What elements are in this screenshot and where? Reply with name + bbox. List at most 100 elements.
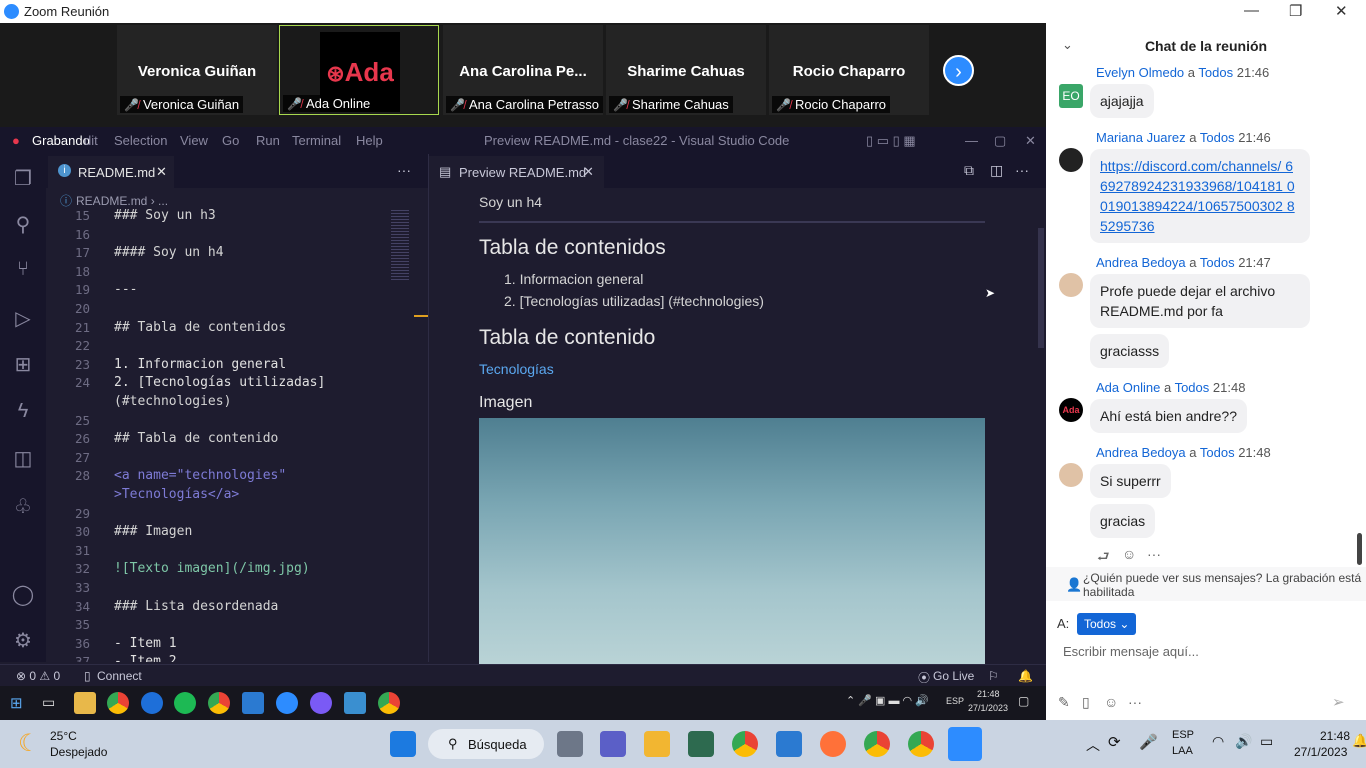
- participant-tile[interactable]: Rocio Chaparro 🎤̸ Rocio Chaparro: [769, 25, 929, 115]
- code-line[interactable]: <a name="technologies": [114, 468, 286, 483]
- menu-item[interactable]: dit: [84, 133, 98, 148]
- taskbar-search[interactable]: ⚲ Búsqueda: [428, 729, 544, 759]
- menu-item[interactable]: Go: [222, 133, 239, 148]
- code-line[interactable]: - Item 1: [114, 636, 177, 651]
- account-icon[interactable]: ◯: [11, 582, 35, 606]
- tab-preview[interactable]: ▤ Preview README.md ✕: [429, 156, 604, 188]
- task-view-icon[interactable]: [557, 731, 583, 757]
- source-control-icon[interactable]: ⑂: [11, 258, 35, 282]
- participant-tile[interactable]: Sharime Cahuas 🎤̸ Sharime Cahuas: [606, 25, 766, 115]
- close-icon[interactable]: ✕: [1025, 133, 1036, 149]
- volume-icon[interactable]: 🔊: [1235, 733, 1252, 750]
- menu-item[interactable]: Selection: [114, 133, 167, 148]
- preview-link[interactable]: Tecnologías: [479, 361, 554, 377]
- layout-icons[interactable]: ▯ ▭ ▯ ▦: [866, 133, 916, 149]
- chrome-icon[interactable]: [864, 731, 890, 757]
- lang-indicator-2[interactable]: LAA: [1172, 745, 1193, 757]
- firefox-icon[interactable]: [820, 731, 846, 757]
- preview-scrollbar[interactable]: [1038, 228, 1044, 348]
- next-page-button[interactable]: ›: [943, 55, 974, 86]
- mic-icon[interactable]: 🎤: [1139, 733, 1158, 751]
- code-line[interactable]: (#technologies): [114, 394, 231, 409]
- notification-bell-icon[interactable]: 🔔: [1352, 733, 1366, 749]
- run-debug-icon[interactable]: ▷: [11, 306, 35, 330]
- close-tab-icon[interactable]: ✕: [583, 164, 594, 180]
- zoom-icon[interactable]: [948, 727, 982, 761]
- weather-desc[interactable]: Despejado: [50, 745, 107, 759]
- minimize-icon[interactable]: —: [965, 133, 978, 148]
- feedback-icon[interactable]: ⚐: [988, 669, 999, 683]
- code-line[interactable]: ### Imagen: [114, 524, 192, 539]
- emoji-reaction-icon[interactable]: ☺: [1122, 546, 1136, 562]
- problems-status[interactable]: ⊗ 0 ⚠ 0: [16, 669, 60, 683]
- menu-item[interactable]: Help: [356, 133, 383, 148]
- code-editor[interactable]: 15 ### Soy un h3 16 17 #### Soy un h4 18 19 ---…: [46, 208, 416, 662]
- lang-indicator[interactable]: ESP: [1172, 729, 1194, 741]
- restore-icon[interactable]: ▢: [994, 133, 1006, 149]
- app-icon[interactable]: [688, 731, 714, 757]
- start-button[interactable]: [390, 731, 416, 757]
- send-icon[interactable]: ➢: [1332, 693, 1345, 711]
- battery-icon[interactable]: ▭: [1260, 733, 1273, 750]
- code-line[interactable]: ## Tabla de contenidos: [114, 320, 286, 335]
- chrome-icon[interactable]: [908, 731, 934, 757]
- format-icon[interactable]: ✎: [1058, 694, 1070, 711]
- participant-tile-active[interactable]: ⊛Ada 🎤̸ Ada Online: [279, 25, 439, 115]
- minimize-icon[interactable]: —: [1244, 2, 1259, 19]
- chat-link-bubble[interactable]: https://discord.com/channels/ 6692789242…: [1090, 149, 1310, 243]
- more-actions-icon[interactable]: ···: [1015, 162, 1029, 178]
- code-line[interactable]: ![Texto imagen](/img.jpg): [114, 561, 310, 576]
- chrome-icon[interactable]: [732, 731, 758, 757]
- search-icon[interactable]: ⚲: [11, 212, 35, 236]
- code-line[interactable]: 2. [Tecnologías utilizadas]: [114, 375, 325, 390]
- emoji-icon[interactable]: ☺: [1104, 694, 1118, 710]
- vscode-icon[interactable]: [776, 731, 802, 757]
- restore-icon[interactable]: ❐: [1289, 2, 1302, 20]
- open-source-icon[interactable]: ⧉: [964, 162, 974, 179]
- breadcrumb[interactable]: ⓘ README.md › ...: [60, 192, 168, 209]
- chat-scrollbar[interactable]: [1357, 533, 1362, 565]
- close-tab-icon[interactable]: ✕: [156, 164, 167, 180]
- code-line[interactable]: >Tecnologías</a>: [114, 487, 239, 502]
- menu-item[interactable]: View: [180, 133, 208, 148]
- connect-status[interactable]: Connect: [97, 669, 142, 683]
- explorer-icon[interactable]: ❐: [11, 166, 35, 190]
- participant-tile[interactable]: Veronica Guiñan 🎤̸ Veronica Guiñan: [117, 25, 277, 115]
- code-line[interactable]: #### Soy un h4: [114, 245, 224, 260]
- file-icon[interactable]: ▯: [1082, 694, 1090, 711]
- settings-gear-icon[interactable]: ⚙: [11, 628, 35, 652]
- tab-readme[interactable]: i README.md ✕: [48, 156, 174, 188]
- code-line[interactable]: - Item 2: [114, 654, 177, 662]
- lightning-icon[interactable]: ϟ: [11, 400, 35, 424]
- tray-chevron-icon[interactable]: ︿: [1086, 735, 1100, 755]
- visibility-notice[interactable]: 👤 ¿Quién puede ver sus mensajes? La grab…: [1046, 567, 1366, 601]
- minimap[interactable]: [389, 208, 414, 288]
- notifications-icon[interactable]: 🔔: [1018, 669, 1033, 683]
- recipient-dropdown[interactable]: Todos ⌄: [1077, 613, 1136, 635]
- code-line[interactable]: ### Soy un h3: [114, 208, 216, 223]
- code-line[interactable]: ---: [114, 282, 137, 297]
- menu-item[interactable]: Terminal: [292, 133, 341, 148]
- participant-tile[interactable]: Ana Carolina Pe... 🎤̸ Ana Carolina Petras…: [443, 25, 604, 115]
- clock-date[interactable]: 27/1/2023: [1294, 745, 1347, 759]
- more-options-icon[interactable]: ···: [1147, 546, 1161, 562]
- close-icon[interactable]: ✕: [1335, 2, 1348, 20]
- code-line[interactable]: ### Lista desordenada: [114, 599, 278, 614]
- more-actions-icon[interactable]: ···: [397, 162, 411, 178]
- menu-item[interactable]: Run: [256, 133, 280, 148]
- code-line[interactable]: 1. Informacion general: [114, 357, 286, 372]
- extensions-icon[interactable]: ⊞: [11, 352, 35, 376]
- clock-time[interactable]: 21:48: [1320, 729, 1350, 743]
- go-live-status[interactable]: Go Live: [933, 669, 974, 683]
- tree-icon[interactable]: ♧: [11, 494, 35, 518]
- code-line[interactable]: ## Tabla de contenido: [114, 431, 278, 446]
- split-editor-icon[interactable]: ◫: [990, 162, 1003, 179]
- more-icon[interactable]: ···: [1128, 694, 1142, 710]
- sync-icon[interactable]: ⟳: [1108, 733, 1121, 751]
- message-input[interactable]: Escribir mensaje aquí...: [1063, 644, 1199, 659]
- teams-icon[interactable]: [600, 731, 626, 757]
- weather-temp[interactable]: 25°C: [50, 729, 77, 743]
- file-explorer-icon[interactable]: [644, 731, 670, 757]
- database-icon[interactable]: ◫: [11, 446, 35, 470]
- wifi-icon[interactable]: ◠: [1212, 733, 1224, 750]
